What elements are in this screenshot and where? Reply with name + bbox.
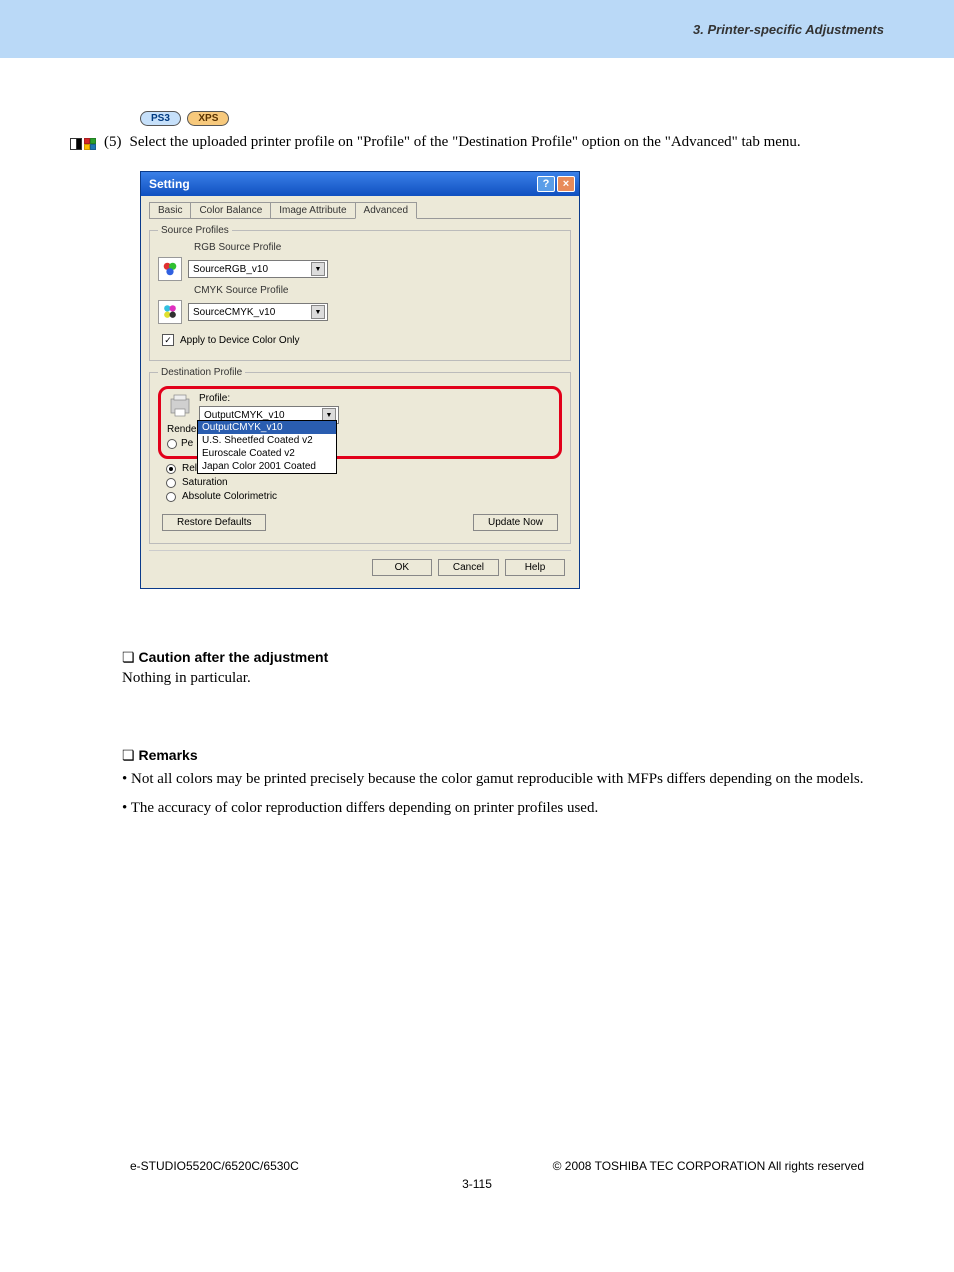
cmyk-source-label: CMYK Source Profile	[194, 285, 562, 296]
ps3-badge: PS3	[140, 111, 181, 126]
cmyk-source-row: SourceCMYK_v10 ▼	[158, 300, 562, 324]
step-number: (5)	[104, 134, 122, 151]
perceptual-radio-truncated[interactable]: Pe	[167, 438, 193, 449]
tab-color-balance[interactable]: Color Balance	[190, 202, 271, 218]
footer-model: e-STUDIO5520C/6520C/6530C	[130, 1159, 299, 1173]
close-icon[interactable]: ×	[557, 176, 575, 192]
radio-icon	[166, 464, 176, 474]
xps-badge: XPS	[187, 111, 229, 126]
update-now-button[interactable]: Update Now	[473, 514, 558, 531]
tab-image-attribute[interactable]: Image Attribute	[270, 202, 355, 218]
apply-device-color-checkbox[interactable]: ✓ Apply to Device Color Only	[162, 334, 562, 346]
tab-basic[interactable]: Basic	[149, 202, 191, 218]
page-footer: e-STUDIO5520C/6520C/6530C © 2008 TOSHIBA…	[130, 1159, 864, 1173]
ok-button[interactable]: OK	[372, 559, 432, 576]
caution-heading: Caution after the adjustment	[122, 649, 884, 666]
tab-strip: Basic Color Balance Image Attribute Adva…	[149, 202, 571, 219]
dropdown-option[interactable]: U.S. Sheetfed Coated v2	[198, 434, 336, 447]
page-body: PS3 XPS (5) Select the uploaded printer …	[0, 58, 954, 1191]
cancel-button[interactable]: Cancel	[438, 559, 499, 576]
setting-dialog: Setting ? × Basic Color Balance Image At…	[140, 171, 580, 589]
titlebar: Setting ? ×	[141, 172, 579, 196]
radio-icon	[167, 439, 177, 449]
chevron-down-icon: ▼	[311, 262, 325, 276]
source-profiles-group: Source Profiles RGB Source Profile Sourc…	[149, 225, 571, 361]
cmyk-source-select[interactable]: SourceCMYK_v10 ▼	[188, 303, 328, 321]
remarks-item: • Not all colors may be printed precisel…	[122, 768, 884, 791]
badge-row: PS3 XPS	[70, 108, 884, 126]
help-button[interactable]: Help	[505, 559, 565, 576]
dropdown-option[interactable]: Japan Color 2001 Coated	[198, 460, 336, 473]
remarks-heading: Remarks	[122, 747, 884, 764]
rgb-source-select[interactable]: SourceRGB_v10 ▼	[188, 260, 328, 278]
rgb-color-icon	[158, 257, 182, 281]
highlighted-profile-area: Profile: OutputCMYK_v10 ▼ Renderi	[158, 386, 562, 459]
tab-advanced[interactable]: Advanced	[355, 202, 417, 219]
radio-icon	[166, 478, 176, 488]
checkbox-icon: ✓	[162, 334, 174, 346]
color-quad-icon	[84, 138, 96, 150]
step-line: (5) Select the uploaded printer profile …	[70, 134, 884, 151]
rgb-source-row: SourceRGB_v10 ▼	[158, 257, 562, 281]
help-icon[interactable]: ?	[537, 176, 555, 192]
dialog-title: Setting	[149, 177, 190, 191]
rgb-source-label: RGB Source Profile	[194, 242, 562, 253]
step-icons	[70, 138, 96, 150]
restore-defaults-button[interactable]: Restore Defaults	[162, 514, 266, 531]
page-number: 3-115	[70, 1177, 884, 1191]
source-profiles-legend: Source Profiles	[158, 225, 232, 236]
remarks-list: • Not all colors may be printed precisel…	[122, 768, 884, 819]
absolute-colorimetric-radio[interactable]: Absolute Colorimetric	[166, 491, 562, 502]
profile-label: Profile:	[199, 393, 553, 404]
destination-profile-legend: Destination Profile	[158, 367, 245, 378]
dropdown-option[interactable]: OutputCMYK_v10	[198, 421, 336, 434]
footer-copyright: © 2008 TOSHIBA TEC CORPORATION All right…	[553, 1159, 864, 1173]
half-square-icon	[70, 138, 82, 150]
destination-profile-group: Destination Profile Profile: OutputCMYK_…	[149, 367, 571, 544]
page-header: 3. Printer-specific Adjustments	[0, 0, 954, 58]
remarks-item: • The accuracy of color reproduction dif…	[122, 797, 884, 820]
caution-body: Nothing in particular.	[122, 670, 884, 687]
radio-icon	[166, 492, 176, 502]
step-text: Select the uploaded printer profile on "…	[130, 134, 801, 151]
printer-icon	[167, 393, 193, 419]
chapter-title: 3. Printer-specific Adjustments	[693, 22, 884, 37]
profile-dropdown-list[interactable]: OutputCMYK_v10 U.S. Sheetfed Coated v2 E…	[197, 420, 337, 474]
dialog-screenshot: Setting ? × Basic Color Balance Image At…	[140, 171, 884, 589]
cmyk-color-icon	[158, 300, 182, 324]
saturation-radio[interactable]: Saturation	[166, 477, 562, 488]
dropdown-option[interactable]: Euroscale Coated v2	[198, 447, 336, 460]
chevron-down-icon: ▼	[311, 305, 325, 319]
